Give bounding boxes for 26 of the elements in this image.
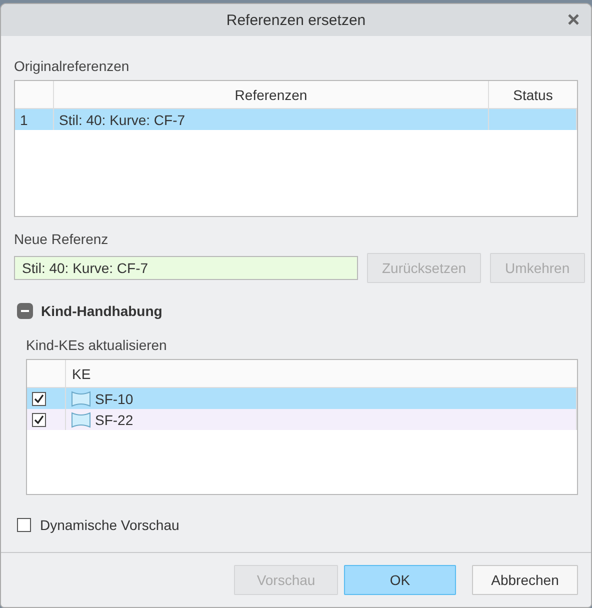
status-cell[interactable]	[489, 109, 577, 130]
checkbox[interactable]	[32, 392, 46, 406]
table-cell[interactable]: Stil: 40: Kurve: CF-7	[54, 109, 489, 130]
table-cell[interactable]: SF-22	[66, 409, 577, 430]
column-header: Referenzen	[54, 81, 489, 109]
feature-name: SF-10	[95, 390, 134, 406]
table-cell[interactable]: SF-10	[66, 388, 577, 409]
feature-name: SF-22	[95, 412, 134, 428]
surface-icon	[71, 390, 91, 408]
window-title: Referenzen ersetzen	[226, 12, 366, 28]
section-title: Kind-Handhabung	[41, 303, 162, 319]
dialog-button[interactable]: OK	[344, 565, 456, 595]
close-icon[interactable]	[568, 14, 579, 25]
section-label: Originalreferenzen	[14, 58, 130, 74]
field-label: Neue Referenz	[14, 231, 110, 247]
section-label: Kind-KEs aktualisieren	[26, 337, 168, 353]
column-header: Status	[489, 81, 577, 109]
checkbox-label: Dynamische Vorschau	[40, 517, 180, 533]
collapse-icon[interactable]	[17, 303, 33, 319]
checkbox[interactable]	[17, 518, 31, 532]
checkbox[interactable]	[32, 412, 46, 426]
reference-field[interactable]: Stil: 40: Kurve: CF-7	[14, 256, 358, 280]
surface-icon	[71, 410, 91, 428]
row-number[interactable]: 1	[15, 109, 54, 130]
column-header: KE	[66, 360, 577, 388]
dialog-button[interactable]: Abbrechen	[472, 565, 578, 595]
